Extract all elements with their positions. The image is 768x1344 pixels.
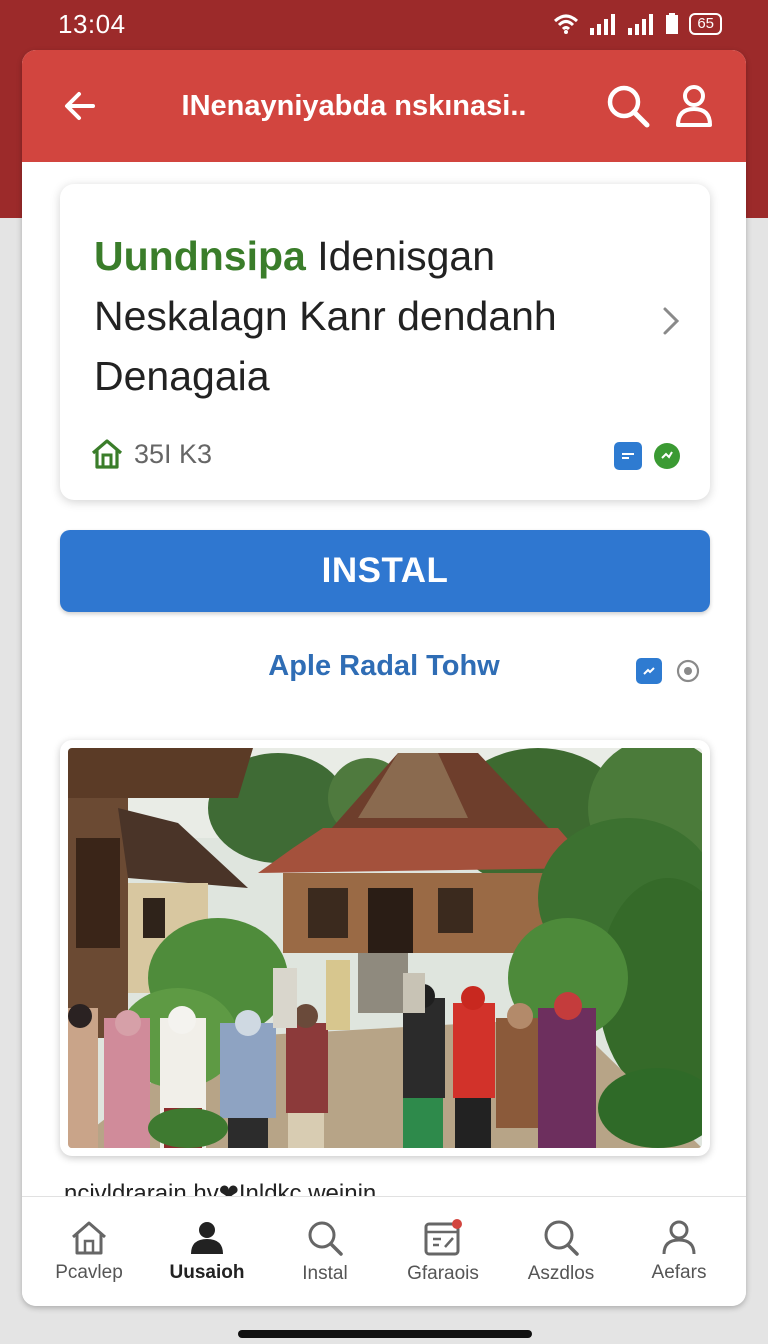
app-name: Uundnsipa Idenisgan Neskalagn Kanr denda… <box>94 226 634 406</box>
chevron-right-icon[interactable] <box>662 306 680 336</box>
calendar-icon <box>424 1218 462 1255</box>
nav-item-account[interactable]: Aefars <box>623 1220 735 1284</box>
nav-item-install[interactable]: Instal <box>269 1219 381 1285</box>
village-photo <box>68 748 702 1148</box>
wifi-icon <box>554 14 579 34</box>
nav-item-search[interactable]: Aszdlos <box>505 1219 617 1285</box>
nav-item-calendar[interactable]: Gfaraois <box>387 1218 499 1285</box>
home-indicator[interactable] <box>238 1330 532 1338</box>
signal-icon <box>590 14 616 35</box>
install-button[interactable]: INSTAL <box>60 530 710 612</box>
app-bar: INenayniyabda nskınasi.. <box>22 50 746 162</box>
status-bar: 13:04 65 <box>0 0 768 48</box>
page-title: INenayniyabda nskınasi.. <box>181 89 527 122</box>
nav-item-home[interactable]: Pcavlep <box>33 1220 145 1284</box>
search-button[interactable] <box>600 78 656 134</box>
app-name-accent: Uundnsipa <box>94 233 306 279</box>
message-badge-icon <box>614 442 642 470</box>
battery-icon: 65 <box>689 13 722 35</box>
nav-label: Uusaioh <box>169 1261 245 1283</box>
app-badges <box>614 442 680 470</box>
search-icon <box>544 1220 579 1256</box>
signal-icon <box>628 14 654 35</box>
app-screen: INenayniyabda nskınasi.. Uundnsipa Ideni… <box>22 50 746 1306</box>
app-info-card[interactable]: Uundnsipa Idenisgan Neskalagn Kanr denda… <box>60 184 710 500</box>
person-icon <box>191 1221 223 1254</box>
status-icons: 65 <box>553 13 722 35</box>
user-icon <box>662 1220 696 1254</box>
nav-item-profile[interactable]: Uusaioh <box>151 1220 263 1284</box>
account-button[interactable] <box>666 78 722 134</box>
nav-label: Instal <box>302 1262 348 1284</box>
sim-icon <box>666 13 679 34</box>
nav-label: Pcavlep <box>55 1261 123 1283</box>
back-button[interactable] <box>52 78 108 134</box>
description-text: ncivldrarain hv❤Inldkc weinin <box>64 1180 377 1198</box>
bottom-nav: Pcavlep Uusaioh Instal Gfaraois Aszdlos … <box>22 1196 746 1306</box>
search-icon <box>308 1221 343 1256</box>
status-time: 13:04 <box>58 8 126 39</box>
user-icon <box>676 85 712 127</box>
house-icon <box>91 439 123 469</box>
app-size: 35I K3 <box>134 438 213 469</box>
home-icon <box>72 1221 106 1254</box>
check-badge-icon <box>654 443 680 469</box>
radio-icon[interactable] <box>676 659 700 683</box>
nav-label: Gfaraois <box>407 1262 479 1284</box>
app-screenshot[interactable] <box>60 740 710 1156</box>
search-icon <box>607 85 650 128</box>
nav-label: Aefars <box>651 1261 707 1283</box>
arrow-left-icon <box>65 92 95 120</box>
sub-icons <box>636 658 700 684</box>
chart-badge-icon[interactable] <box>636 658 662 684</box>
app-meta: 35I K3 <box>90 438 212 470</box>
nav-label: Aszdlos <box>527 1262 595 1284</box>
